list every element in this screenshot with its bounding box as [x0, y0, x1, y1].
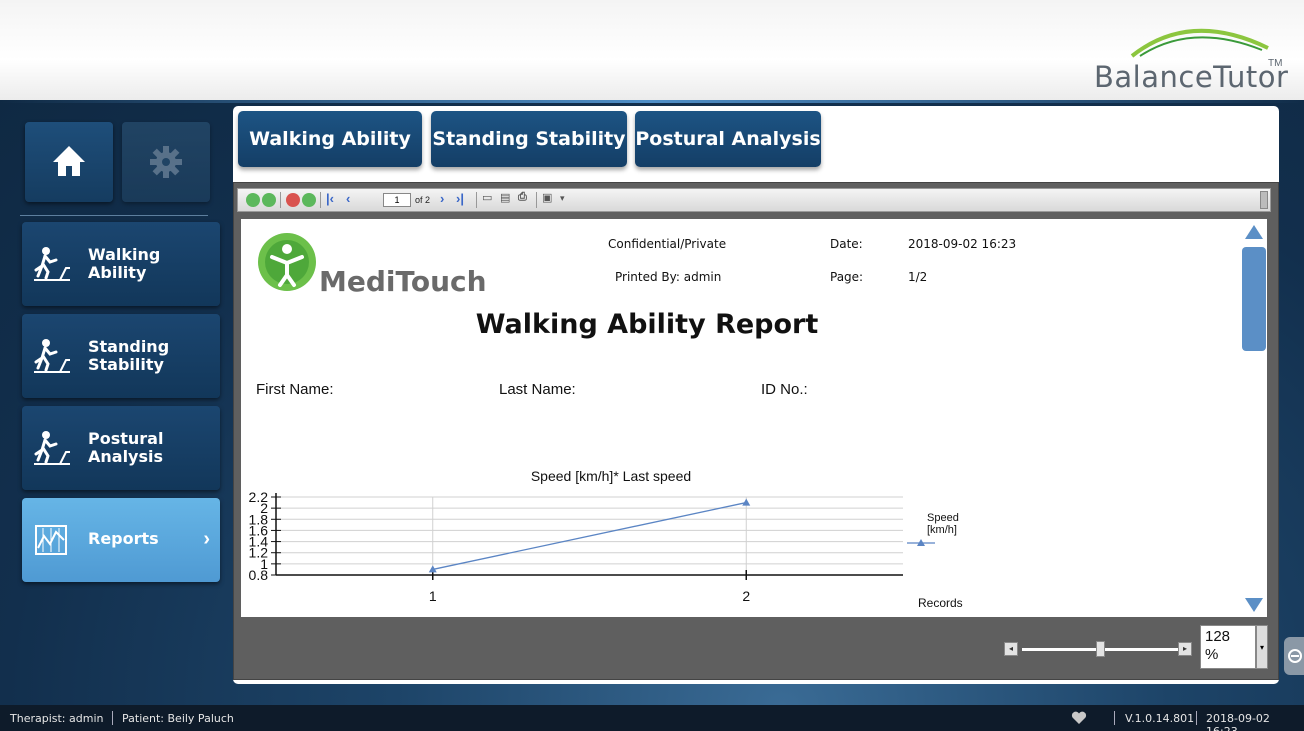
toolbar-separator	[320, 192, 321, 208]
first-page-icon[interactable]: |‹	[326, 191, 334, 206]
print-icon[interactable]: ⎙	[518, 191, 527, 204]
id-number-label: ID No.:	[761, 381, 808, 398]
sidebar-item-label: Standing Stability	[88, 337, 170, 374]
sidebar-item-postural-analysis[interactable]: Postural Analysis	[22, 406, 220, 490]
date-value: 2018-09-02 16:23	[908, 237, 1017, 251]
zoom-in-icon[interactable]: ▸	[1178, 642, 1192, 656]
last-name-label: Last Name:	[499, 381, 576, 398]
sidebar-item-reports[interactable]: Reports ›	[22, 498, 220, 582]
brand-logo: BalanceTutor TM	[1080, 18, 1288, 98]
zoom-out-icon[interactable]: ◂	[1004, 642, 1018, 656]
sidebar-item-label: Reports	[88, 529, 159, 548]
brand-arc-icon	[1130, 28, 1269, 58]
status-datetime: 2018-09-02 16:23	[1206, 712, 1270, 731]
zoom-slider-handle[interactable]	[1096, 641, 1105, 657]
chart-title: Speed [km/h]* Last speed	[531, 468, 691, 484]
first-name-label: First Name:	[256, 381, 334, 398]
chart-axes	[275, 493, 903, 576]
chart-legend-label: [km/h]	[927, 524, 957, 536]
toolbar-scroll-handle[interactable]	[1260, 191, 1268, 209]
chart-x-tick-label: 1	[429, 588, 437, 604]
chart-y-tick-label: 2.2	[249, 489, 269, 505]
page-number-input[interactable]: 1	[383, 193, 411, 207]
brand-name: BalanceTutor	[1094, 60, 1289, 94]
scroll-down-icon[interactable]	[1244, 597, 1264, 613]
tab-walking-ability[interactable]: Walking Ability	[238, 111, 422, 167]
version-label: V.1.0.14.801	[1125, 712, 1195, 725]
home-icon	[53, 146, 85, 176]
report-page: MediTouch Confidential/Private Printed B…	[241, 219, 1267, 617]
chart-x-axis-label: Records	[918, 596, 963, 610]
chart-report-icon	[35, 525, 67, 555]
tab-standing-stability[interactable]: Standing Stability	[431, 111, 627, 167]
therapist-label: Therapist: admin	[10, 712, 104, 725]
previous-page-icon[interactable]: ‹	[346, 191, 350, 206]
toolbar-separator	[536, 192, 537, 208]
page-setup-icon[interactable]: ▤	[500, 191, 510, 204]
report-toolbar: |‹ ‹ 1 of 2 › ›| ▭ ▤ ⎙ ▣ ▾	[237, 188, 1271, 212]
confidential-label: Confidential/Private	[608, 237, 727, 251]
settings-button[interactable]	[122, 122, 210, 202]
vertical-scrollbar-thumb[interactable]	[1242, 247, 1266, 351]
walking-figure-icon	[34, 247, 70, 281]
status-separator	[112, 711, 113, 725]
speed-chart: Speed [km/h]* Last speed 0.811.21.41.61.…	[249, 468, 963, 610]
last-page-icon[interactable]: ›|	[456, 191, 464, 206]
heart-icon	[1071, 711, 1087, 724]
refresh-icon[interactable]	[302, 193, 316, 207]
save-icon[interactable]: ▣	[542, 191, 552, 204]
status-separator	[1196, 711, 1197, 725]
walking-figure-icon	[34, 431, 70, 465]
home-button[interactable]	[25, 122, 113, 202]
chart-legend-label: Speed	[927, 512, 959, 524]
chevron-down-icon[interactable]: ▾	[560, 193, 565, 204]
page-total: of 2	[415, 195, 431, 205]
toolbar-separator	[280, 192, 281, 208]
page-value: 1/2	[908, 270, 928, 284]
next-page-icon[interactable]: ›	[440, 191, 444, 206]
report-title: Walking Ability Report	[475, 309, 819, 340]
app-header: BalanceTutor TM	[0, 0, 1304, 100]
chevron-right-icon: ›	[203, 528, 210, 550]
stop-icon[interactable]	[286, 193, 300, 207]
side-handle-tab[interactable]	[1284, 637, 1304, 675]
sidebar-divider	[20, 215, 208, 216]
back-icon[interactable]	[246, 193, 260, 207]
meditouch-logo-icon	[258, 233, 316, 291]
report-logo-text: MediTouch	[319, 265, 487, 298]
sidebar-item-label: Postural Analysis	[88, 429, 164, 466]
status-bar: Therapist: admin Patient: Beily Paluch V…	[0, 705, 1304, 731]
sidebar-item-standing-stability[interactable]: Standing Stability	[22, 314, 220, 398]
walking-figure-icon	[34, 339, 70, 373]
toolbar-separator	[476, 192, 477, 208]
chart-series-line	[432, 501, 747, 571]
page-label: Page:	[830, 270, 864, 284]
printed-by: Printed By: admin	[615, 270, 722, 284]
sidebar-item-walking-ability[interactable]: Walking Ability	[22, 222, 220, 306]
layout-icon[interactable]: ▭	[482, 191, 492, 204]
scroll-up-icon[interactable]	[1244, 224, 1264, 240]
expand-icon	[1288, 649, 1302, 663]
patient-label: Patient: Beily Paluch	[122, 712, 234, 725]
date-label: Date:	[830, 237, 863, 251]
zoom-level-field[interactable]: 128 %	[1200, 625, 1256, 669]
forward-icon[interactable]	[262, 193, 276, 207]
gear-icon	[150, 146, 182, 178]
chart-legend: Speed[km/h]	[907, 512, 959, 546]
sidebar-item-label: Walking Ability	[88, 245, 161, 282]
status-separator	[1114, 711, 1115, 725]
chart-series	[428, 498, 751, 573]
trademark: TM	[1268, 58, 1283, 69]
chart-x-tick-label: 2	[742, 588, 750, 604]
tab-postural-analysis[interactable]: Postural Analysis	[635, 111, 821, 167]
chevron-down-icon[interactable]: ▾	[1256, 625, 1268, 669]
chart-data-point	[742, 498, 751, 506]
